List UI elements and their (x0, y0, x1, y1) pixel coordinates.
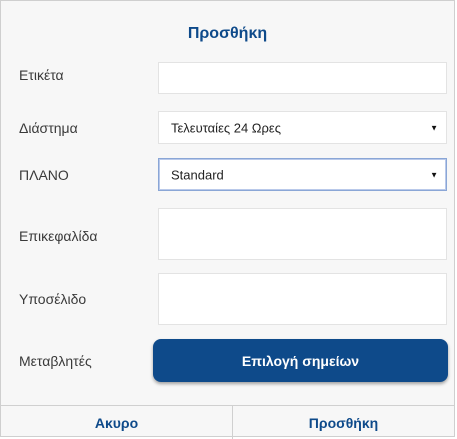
plan-field-label: ΠΛΑΝΟ (19, 167, 69, 183)
header-input[interactable] (159, 209, 446, 259)
label-input[interactable] (159, 63, 446, 93)
plan-select[interactable]: Standard ▼ (158, 158, 447, 191)
footer-input-wrapper (158, 273, 447, 325)
cancel-button[interactable]: Ακυρο (1, 406, 233, 439)
add-dialog: Προσθήκη Ετικέτα Διάστημα Τελευταίες 24 … (0, 0, 455, 439)
footer-input[interactable] (159, 274, 446, 324)
header-input-wrapper (158, 208, 447, 260)
variables-field-label: Μεταβλητές (19, 353, 92, 369)
dialog-title: Προσθήκη (187, 25, 268, 42)
footer-field-label: Υποσέλιδο (19, 291, 87, 307)
dialog-footer: Ακυρο Προσθήκη (1, 405, 454, 439)
chevron-down-icon: ▼ (430, 170, 438, 179)
header-field-label: Επικεφαλίδα (19, 228, 98, 244)
interval-select[interactable]: Τελευταίες 24 Ωρες ▼ (158, 111, 447, 144)
plan-selected-value: Standard (171, 167, 224, 182)
label-field-label: Ετικέτα (19, 67, 64, 83)
select-points-button[interactable]: Επιλογή σημείων (153, 339, 448, 382)
interval-selected-value: Τελευταίες 24 Ωρες (171, 120, 281, 135)
interval-field-label: Διάστημα (19, 120, 78, 136)
add-button[interactable]: Προσθήκη (233, 406, 454, 439)
label-input-wrapper (158, 62, 447, 94)
chevron-down-icon: ▼ (430, 123, 438, 132)
